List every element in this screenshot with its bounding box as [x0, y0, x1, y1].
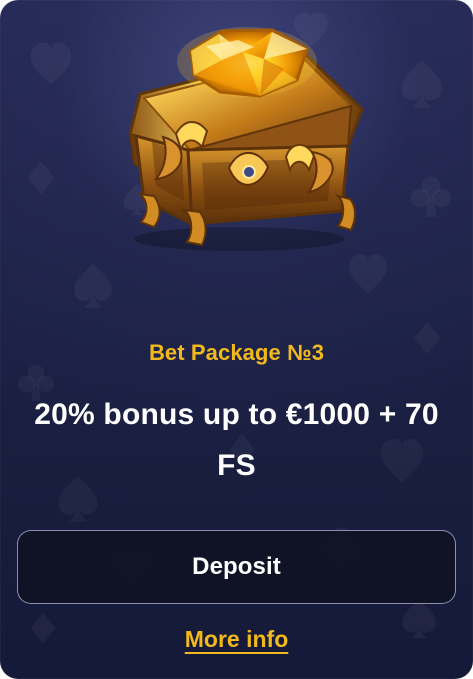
deposit-button[interactable]: Deposit [17, 530, 456, 604]
package-title: Bet Package №3 [148, 340, 325, 365]
bonus-offer-text: 20% bonus up to €1000 + 70 FS [34, 398, 439, 482]
treasure-chest-icon [128, 27, 364, 251]
bet-package-card: Bet Package №3 20% bonus up to €1000 + 7… [0, 0, 473, 679]
more-info-link[interactable]: More info [0, 626, 473, 653]
